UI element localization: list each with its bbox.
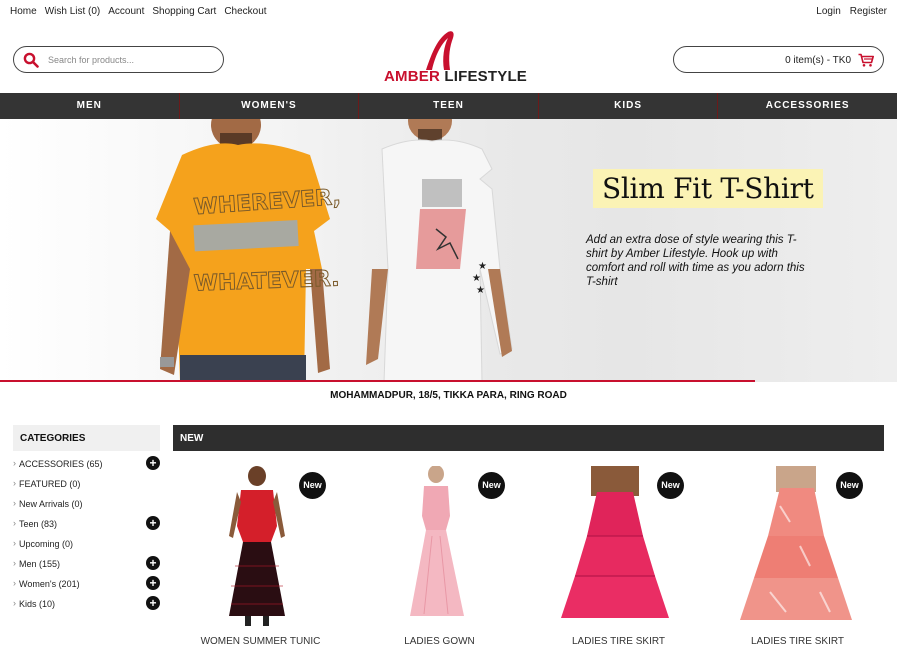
product-name[interactable]: LADIES TIRE SKIRT [710,636,885,647]
home-link[interactable]: Home [10,6,37,17]
new-section-heading: NEW [173,425,884,451]
hero-banner[interactable]: ★ ★ ★ WHEREVER, WHATEVER. Slim Fit T-Shi… [0,119,897,382]
new-badge: New [657,472,684,499]
chevron-right-icon: › [13,538,16,548]
product-name[interactable]: LADIES TIRE SKIRT [531,636,706,647]
chevron-right-icon: › [13,498,16,508]
category-label: New Arrivals (0) [19,499,83,509]
chevron-right-icon: › [13,558,16,568]
category-item-teen[interactable]: › Teen (83) + [13,514,161,534]
expand-plus-icon[interactable]: + [146,596,160,610]
product-card[interactable]: New LADIES TIRE SKIRT [710,466,885,650]
nav-item-accessories[interactable]: ACCESSORIES [718,93,897,119]
chevron-right-icon: › [13,478,16,488]
checkout-link[interactable]: Checkout [224,6,266,17]
shopping-cart-link[interactable]: Shopping Cart [152,6,216,17]
store-address: MOHAMMADPUR, 18/5, TIKKA PARA, RING ROAD [330,390,567,401]
logo-swoosh-icon [426,31,454,70]
category-item-kids[interactable]: › Kids (10) + [13,594,161,614]
product-card[interactable]: New WOMEN SUMMER TUNIC [173,466,348,650]
expand-plus-icon[interactable]: + [146,556,160,570]
category-label: Kids (10) [19,599,56,609]
expand-plus-icon[interactable]: + [146,456,160,470]
svg-text:★: ★ [472,273,481,284]
main-nav: MEN WOMEN'S TEEN KIDS ACCESSORIES [0,93,897,119]
category-item-men[interactable]: › Men (155) + [13,554,161,574]
category-label: Upcoming (0) [19,539,74,549]
categories-list: › ACCESSORIES (65) + › FEATURED (0) › Ne… [13,454,161,614]
banner-divider [0,380,755,382]
logo-text: AMBER LIFESTYLE [384,68,527,85]
banner-models-image: ★ ★ ★ WHEREVER, WHATEVER. [156,119,513,382]
top-links: Home Wish List (0) Account Shopping Cart… [10,6,267,17]
wish-list-link[interactable]: Wish List (0) [45,6,101,17]
logo-word-amber: AMBER [384,68,440,85]
expand-plus-icon[interactable]: + [146,516,160,530]
nav-item-teen[interactable]: TEEN [359,93,539,119]
new-badge: New [478,472,505,499]
svg-text:★: ★ [478,261,487,272]
shirt-print-line-2: WHATEVER. [193,267,340,297]
login-link[interactable]: Login [816,6,840,17]
category-label: Men (155) [19,559,61,569]
expand-plus-icon[interactable]: + [146,576,160,590]
chevron-right-icon: › [13,458,16,468]
category-item-accessories[interactable]: › ACCESSORIES (65) + [13,454,161,474]
chevron-right-icon: › [13,518,16,528]
new-badge: New [836,472,863,499]
category-label: Women's (201) [19,579,80,589]
banner-title: Slim Fit T-Shirt [593,169,823,208]
account-links: Login Register [816,6,887,17]
category-item-upcoming[interactable]: › Upcoming (0) [13,534,161,554]
account-link[interactable]: Account [108,6,144,17]
chevron-right-icon: › [13,578,16,588]
nav-item-men[interactable]: MEN [0,93,180,119]
banner-description: Add an extra dose of style wearing this … [586,234,805,288]
category-item-new-arrivals[interactable]: › New Arrivals (0) [13,494,161,514]
new-badge: New [299,472,326,499]
category-label: FEATURED (0) [19,479,81,489]
categories-heading: CATEGORIES [13,425,160,451]
product-card[interactable]: New LADIES TIRE SKIRT [531,466,706,650]
brand-logo[interactable]: AMBER LIFESTYLE [380,30,527,86]
logo-word-lifestyle: LIFESTYLE [444,68,528,85]
category-label: ACCESSORIES (65) [19,459,103,469]
cart-summary: 0 item(s) - TK0 [785,55,851,66]
nav-item-womens[interactable]: WOMEN'S [180,93,360,119]
nav-item-kids[interactable]: KIDS [539,93,719,119]
chevron-right-icon: › [13,598,16,608]
cart-button[interactable]: 0 item(s) - TK0 [673,46,884,73]
category-label: Teen (83) [19,519,58,529]
register-link[interactable]: Register [850,6,887,17]
top-bar: Home Wish List (0) Account Shopping Cart… [0,0,900,24]
shopping-cart-icon [858,53,874,67]
category-item-featured[interactable]: › FEATURED (0) [13,474,161,494]
product-name[interactable]: LADIES GOWN [352,636,527,647]
search-icon[interactable] [23,52,39,68]
search-input[interactable] [48,52,218,68]
product-name[interactable]: WOMEN SUMMER TUNIC [173,636,348,647]
product-card[interactable]: New LADIES GOWN [352,466,527,650]
search-box [13,46,224,73]
category-item-womens[interactable]: › Women's (201) + [13,574,161,594]
svg-text:★: ★ [476,285,485,296]
